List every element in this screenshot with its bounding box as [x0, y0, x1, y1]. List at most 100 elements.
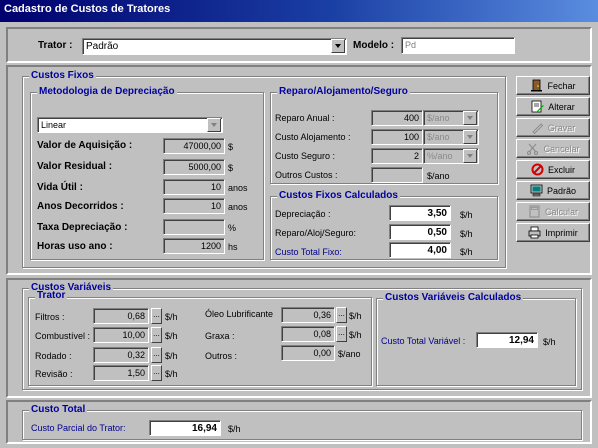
- metodo-dropdown-icon[interactable]: [207, 118, 221, 132]
- modelo-field[interactable]: Pd: [401, 37, 515, 54]
- modelo-label: Modelo :: [353, 40, 395, 51]
- custo-total-fixo-unit: $/h: [460, 247, 473, 257]
- alterar-button[interactable]: Alterar: [516, 97, 590, 116]
- trator-select[interactable]: Padrão: [82, 38, 347, 55]
- depreciacao-label: Depreciação :: [275, 209, 331, 219]
- header-panel: Trator : Padrão Modelo : Pd: [6, 27, 592, 63]
- taxa-depreciacao-unit: %: [228, 223, 237, 233]
- metodo-select[interactable]: Linear: [37, 117, 223, 133]
- gravar-button[interactable]: Gravar: [516, 118, 590, 137]
- graxa-lookup-button[interactable]: ...: [336, 326, 347, 342]
- rodado-field[interactable]: 0,32: [93, 347, 149, 363]
- calcular-label: Calcular: [544, 206, 578, 217]
- custos-fixos-title: Custos Fixos: [29, 70, 96, 81]
- anos-decorridos-unit: anos: [228, 202, 248, 212]
- anos-decorridos-field[interactable]: 10: [163, 198, 225, 214]
- outros-label: Outros :: [205, 351, 238, 361]
- reparo-anual-value: 400: [403, 113, 419, 123]
- combustivel-field[interactable]: 10,00: [93, 327, 149, 343]
- valor-residual-unit: $: [228, 163, 234, 173]
- outros-custos-label: Outros Custos :: [275, 170, 338, 180]
- imprimir-button[interactable]: Imprimir: [516, 223, 590, 242]
- metodologia-title: Metodologia de Depreciação: [37, 86, 177, 97]
- trator-label: Trator :: [38, 40, 73, 51]
- valor-residual-label: Valor Residual :: [37, 161, 113, 172]
- vida-util-value: 10: [210, 182, 221, 192]
- custo-alojamento-dropdown-icon[interactable]: [463, 130, 477, 144]
- trator-variaveis-title: Trator: [35, 290, 68, 301]
- trator-dropdown-icon[interactable]: [331, 39, 345, 53]
- cancelar-button[interactable]: Cancelar: [516, 139, 590, 158]
- padrao-label: Padrão: [546, 185, 577, 196]
- custo-total-fixo-field: 4,00: [389, 242, 451, 258]
- taxa-depreciacao-label: Taxa Depreciação :: [37, 222, 128, 233]
- printer-icon: [528, 226, 541, 239]
- outros-field[interactable]: 0,00: [281, 345, 335, 361]
- custo-seguro-dropdown-icon[interactable]: [463, 149, 477, 163]
- valor-residual-field[interactable]: 5000,00: [163, 159, 225, 175]
- filtros-lookup-button[interactable]: ...: [151, 308, 162, 324]
- calcular-button[interactable]: Calcular: [516, 202, 590, 221]
- reparo-aloj-seguro-label: Reparo/Aloj/Seguro:: [275, 228, 357, 238]
- anos-decorridos-label: Anos Decorridos :: [37, 201, 124, 212]
- filtros-unit: $/h: [165, 312, 178, 322]
- variaveis-calculados-title: Custos Variáveis Calculados: [383, 292, 524, 303]
- pencil-icon: [531, 121, 544, 135]
- excluir-button[interactable]: Excluir: [516, 160, 590, 179]
- trator-select-value: Padrão: [86, 41, 119, 52]
- window-title: Cadastro de Custos de Tratores: [4, 3, 171, 15]
- oleo-lubrificante-value: 0,36: [313, 310, 331, 320]
- combustivel-value: 10,00: [122, 330, 145, 340]
- vida-util-field[interactable]: 10: [163, 179, 225, 195]
- custo-alojamento-field[interactable]: 100: [371, 129, 423, 145]
- filtros-field[interactable]: 0,68: [93, 308, 149, 324]
- padrao-button[interactable]: Padrão: [516, 181, 590, 200]
- custo-seguro-value: 2: [413, 151, 419, 161]
- graxa-value: 0,08: [313, 329, 331, 339]
- custo-total-variavel-value: 12,94: [508, 335, 534, 346]
- edit-document-icon: [531, 100, 545, 113]
- fixos-calculados-title: Custos Fixos Calculados: [277, 190, 400, 201]
- window-title-bar: Cadastro de Custos de Tratores: [0, 0, 598, 22]
- revisao-unit: $/h: [165, 369, 178, 379]
- oleo-lubrificante-lookup-button[interactable]: ...: [336, 307, 347, 323]
- graxa-label: Graxa :: [205, 331, 235, 341]
- graxa-field[interactable]: 0,08: [281, 326, 335, 342]
- valor-aquisicao-field[interactable]: 47000,00: [163, 138, 225, 154]
- reparo-anual-dropdown-icon[interactable]: [463, 111, 477, 125]
- computer-icon: [530, 184, 543, 197]
- valor-aquisicao-unit: $: [228, 142, 234, 152]
- horas-uso-field[interactable]: 1200: [163, 238, 225, 254]
- modelo-value: Pd: [405, 40, 417, 50]
- revisao-field[interactable]: 1,50: [93, 365, 149, 381]
- reparo-title: Reparo/Alojamento/Seguro: [277, 86, 410, 97]
- outros-custos-field[interactable]: [371, 167, 423, 183]
- custo-total-fixo-value: 4,00: [427, 245, 447, 256]
- graxa-unit: $/h: [349, 330, 362, 340]
- oleo-lubrificante-label: Óleo Lubrificante: [205, 309, 274, 319]
- reparo-aloj-seguro-unit: $/h: [460, 229, 473, 239]
- combustivel-lookup-button[interactable]: ...: [151, 327, 162, 343]
- rodado-lookup-button[interactable]: ...: [151, 347, 162, 363]
- fechar-button[interactable]: Fechar: [516, 76, 590, 95]
- horas-uso-label: Horas uso ano :: [37, 241, 113, 252]
- valor-aquisicao-label: Valor de Aquisição :: [37, 140, 133, 151]
- custo-total-group: Custo Total Custo Parcial do Trator: 16,…: [22, 404, 582, 440]
- reparo-anual-unit: $/ano: [427, 113, 450, 123]
- custo-total-variavel-unit: $/h: [543, 337, 556, 347]
- taxa-depreciacao-field[interactable]: [163, 219, 225, 235]
- scissors-icon: [526, 142, 539, 155]
- custo-seguro-field[interactable]: 2: [371, 148, 423, 164]
- custo-total-variavel-label: Custo Total Variável :: [381, 336, 466, 346]
- reparo-anual-field[interactable]: 400: [371, 110, 423, 126]
- custo-parcial-value: 16,94: [191, 423, 217, 434]
- vida-util-unit: anos: [228, 183, 248, 193]
- door-exit-icon: [530, 79, 543, 92]
- depreciacao-value: 3,50: [427, 208, 447, 219]
- no-entry-icon: [531, 163, 544, 176]
- rodado-label: Rodado :: [35, 351, 72, 361]
- oleo-lubrificante-field[interactable]: 0,36: [281, 307, 335, 323]
- custo-total-title: Custo Total: [29, 404, 88, 415]
- outros-unit: $/ano: [338, 349, 361, 359]
- revisao-lookup-button[interactable]: ...: [151, 365, 162, 381]
